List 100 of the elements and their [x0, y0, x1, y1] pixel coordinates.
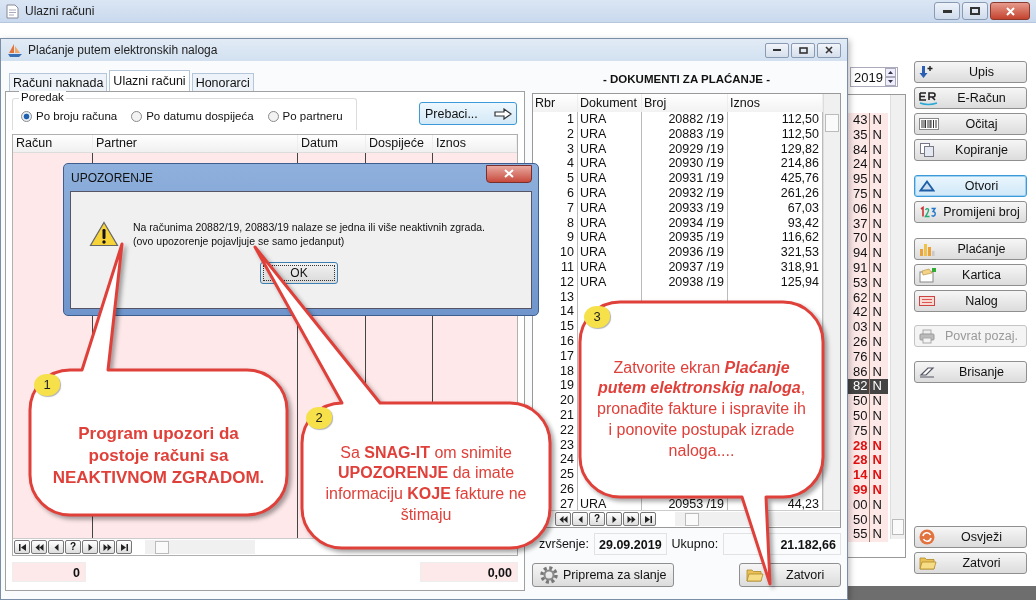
list-row[interactable]: 70 N [846, 231, 888, 247]
action-button[interactable]: Brisanje [914, 361, 1027, 383]
list-row[interactable]: 95 N [846, 172, 888, 187]
navigation-button[interactable] [572, 512, 588, 526]
minimize-button[interactable] [765, 42, 789, 58]
navigation-button[interactable] [99, 540, 115, 554]
list-row[interactable]: 24 N [846, 157, 888, 173]
fast-forward-icon [626, 514, 636, 524]
list-row[interactable]: 14 N [846, 468, 888, 483]
date-field[interactable]: 29.09.2019 [594, 533, 667, 555]
table-cell: 20936 /19 [668, 245, 724, 260]
table-cell: 18 [560, 363, 574, 378]
radio-option[interactable]: Po datumu dospijeća [131, 110, 254, 122]
column-header[interactable]: Dospijeće [366, 135, 433, 152]
list-row[interactable]: 42 N [846, 305, 888, 321]
section-title: - DOKUMENTI ZA PLAĆANJE - [602, 72, 771, 87]
action-button[interactable]: Nalog [914, 290, 1027, 312]
navigation-button[interactable] [606, 512, 622, 526]
table-cell: URA [580, 245, 607, 260]
action-button[interactable]: Kartica [914, 264, 1027, 286]
close-window-button[interactable]: Zatvori [739, 563, 841, 587]
tab[interactable]: Honorarci [191, 73, 254, 91]
column-header[interactable]: Broj [642, 94, 728, 112]
table-cell: 20935 /19 [668, 230, 724, 245]
column-header[interactable]: Iznos [433, 135, 517, 152]
minimize-button[interactable] [934, 2, 960, 20]
action-button[interactable]: Očitaj [914, 113, 1027, 135]
table-cell: URA [580, 112, 607, 126]
group-title: Poredak [19, 91, 66, 103]
navigation-button[interactable] [14, 540, 30, 554]
table-cell: URA [580, 126, 607, 141]
list-row[interactable]: 28 N [846, 453, 888, 469]
table-cell: 67,03 [787, 200, 819, 215]
table-cell: 6 [567, 186, 574, 200]
horizontal-scrollbar[interactable] [145, 540, 255, 554]
table-cell: 27 [560, 496, 574, 510]
list-row[interactable]: 03 N [846, 320, 888, 335]
rewind-icon [34, 542, 44, 552]
table-cell: 23 [560, 437, 574, 452]
table-cell: 20929 /19 [668, 141, 724, 156]
navigation-button[interactable] [82, 540, 98, 554]
navigation-button[interactable] [31, 540, 47, 554]
vertical-scrollbar[interactable] [823, 94, 840, 510]
column-header[interactable]: Partner [93, 135, 298, 152]
action-button[interactable]: Promijeni broj [914, 201, 1027, 223]
table-cell: 261,26 [780, 186, 819, 200]
column-header[interactable]: Datum [298, 135, 366, 152]
maximize-button[interactable] [962, 2, 988, 20]
navigation-button[interactable] [48, 540, 64, 554]
list-row[interactable]: 43 N [846, 113, 888, 128]
navigation-button[interactable] [640, 512, 656, 526]
column-header[interactable]: Dokument [578, 94, 642, 112]
maximize-button[interactable] [791, 42, 815, 58]
transfer-button[interactable]: Prebaci... [419, 102, 517, 125]
next-icon [86, 542, 94, 552]
vertical-scrollbar[interactable] [890, 95, 905, 539]
action-button[interactable]: Otvori [914, 175, 1027, 197]
action-button[interactable]: Kopiranje [914, 139, 1027, 161]
help-button[interactable]: ? [65, 540, 81, 554]
tab[interactable]: Ulazni računi [109, 70, 190, 91]
maximize-icon [798, 46, 808, 54]
action-button[interactable]: Upis [914, 61, 1027, 83]
prepare-button[interactable]: Priprema za slanje [532, 563, 674, 587]
close-button[interactable] [817, 42, 841, 58]
column-header[interactable]: Račun [13, 135, 93, 152]
navigation-button[interactable] [623, 512, 639, 526]
table-cell: 5 [567, 171, 574, 186]
radio-button[interactable] [131, 110, 143, 122]
table-cell: 20932 /19 [668, 186, 724, 200]
warning-icon [89, 221, 119, 247]
action-button[interactable]: Zatvori [914, 552, 1027, 574]
radio-option[interactable]: Po partneru [267, 110, 343, 122]
close-button[interactable] [990, 2, 1030, 20]
year-spinbox[interactable]: 2019 [850, 67, 898, 87]
close-button[interactable] [486, 164, 532, 183]
last-record-icon [643, 514, 653, 524]
dialog-title: UPOZORENJE [71, 170, 153, 185]
tab[interactable]: Računi naknada [9, 73, 108, 91]
spinner-arrows-icon [885, 68, 896, 86]
help-button[interactable]: ? [589, 512, 605, 526]
right-arrow-icon [494, 107, 512, 120]
list-row[interactable]: 94 N [846, 246, 888, 261]
action-button[interactable]: Osvježi [914, 526, 1027, 548]
action-button[interactable]: Plaćanje [914, 238, 1027, 260]
previous-icon [52, 542, 60, 552]
list-row[interactable]: 55 N [846, 527, 888, 543]
table-cell: 20938 /19 [668, 274, 724, 289]
list-row[interactable]: 82 N [846, 379, 888, 395]
table-cell: 9 [567, 230, 574, 245]
radio-button[interactable] [267, 110, 279, 122]
column-header[interactable]: Rbr [533, 94, 578, 112]
action-button[interactable]: E-Račun [914, 87, 1027, 109]
table-cell: 20883 /19 [668, 126, 724, 141]
radio-button[interactable] [21, 110, 32, 122]
radio-option[interactable]: Po broju računa [21, 110, 118, 122]
first-record-icon [17, 542, 27, 552]
navigation-button[interactable] [555, 512, 571, 526]
table-cell: 19 [560, 378, 574, 393]
list-row[interactable]: 50 N [846, 394, 888, 409]
navigation-button[interactable] [116, 540, 132, 554]
